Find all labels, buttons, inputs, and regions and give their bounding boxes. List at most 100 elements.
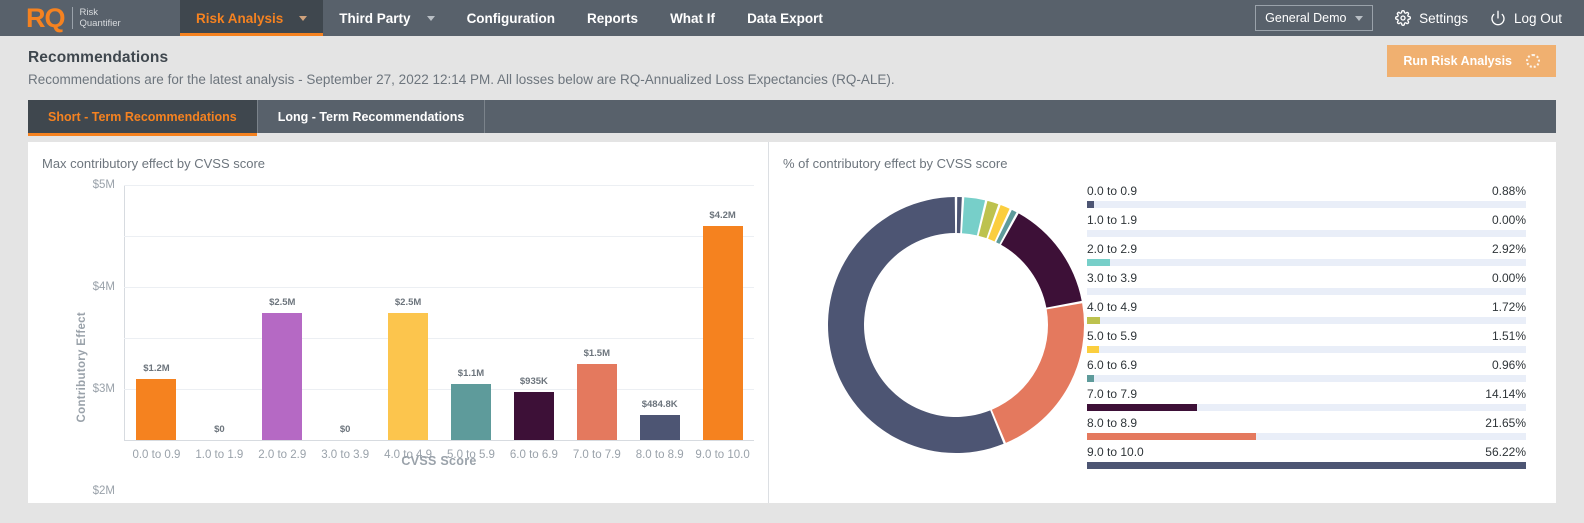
cvss-percentage-row-head: 3.0 to 3.9 0.00%: [1087, 271, 1526, 288]
cvss-percentage-value: 0.96%: [1491, 358, 1526, 372]
cvss-percentage-row[interactable]: 9.0 to 10.0 56.22%: [1087, 445, 1526, 469]
bar-column[interactable]: $935K 6.0 to 6.9: [502, 185, 565, 461]
donut-segment[interactable]: [1001, 213, 1082, 308]
cvss-percentage-row[interactable]: 3.0 to 3.9 0.00%: [1087, 271, 1526, 295]
cvss-percentage-value: 2.92%: [1491, 242, 1526, 256]
brand-mark: RQ: [26, 2, 65, 33]
donut-segment[interactable]: [991, 303, 1084, 443]
cvss-percentage-row-head: 2.0 to 2.9 2.92%: [1087, 242, 1526, 259]
donut-segment[interactable]: [956, 197, 962, 234]
cvss-range-label: 2.0 to 2.9: [1087, 242, 1138, 256]
cvss-percentage-row[interactable]: 8.0 to 8.9 21.65%: [1087, 416, 1526, 440]
page-header: Recommendations Recommendations are for …: [0, 36, 1584, 94]
bar-column[interactable]: $1.1M 5.0 to 5.9: [440, 185, 503, 461]
run-risk-analysis-button[interactable]: Run Risk Analysis: [1387, 45, 1556, 77]
cvss-percentage-row[interactable]: 2.0 to 2.9 2.92%: [1087, 242, 1526, 266]
bar-column[interactable]: $1.2M 0.0 to 0.9: [125, 185, 188, 461]
max-contributory-effect-panel: Max contributory effect by CVSS score Co…: [28, 142, 768, 503]
bar[interactable]: [513, 392, 554, 440]
cvss-range-label: 6.0 to 6.9: [1087, 358, 1138, 372]
chevron-down-icon: [299, 15, 308, 21]
cvss-percentage-value: 1.51%: [1491, 329, 1526, 343]
nav-item-configuration-label: Configuration: [466, 10, 556, 26]
nav-item-third-party[interactable]: Third Party: [323, 0, 450, 36]
bar-column[interactable]: $484.8K 8.0 to 8.9: [628, 185, 691, 461]
chevron-down-icon: [426, 15, 435, 21]
bar[interactable]: [576, 363, 617, 440]
bar-column[interactable]: $0 1.0 to 1.9: [188, 185, 251, 461]
percentage-bar-track: [1087, 433, 1526, 440]
nav-item-data-export-label: Data Export: [747, 10, 823, 26]
bar-value-label: $1.2M: [143, 362, 170, 374]
bar-value-label: $4.2M: [709, 209, 736, 221]
nav-item-reports-label: Reports: [587, 10, 639, 26]
power-icon: [1490, 10, 1506, 26]
brand-logo[interactable]: RQ Risk Quantifier: [0, 0, 180, 36]
nav-item-reports[interactable]: Reports: [571, 0, 654, 36]
bar-value-label: $935K: [519, 376, 548, 388]
bar-column[interactable]: $4.2M 9.0 to 10.0: [691, 185, 754, 461]
cvss-range-label: 1.0 to 1.9: [1087, 213, 1138, 227]
percentage-bar-fill: [1087, 433, 1257, 440]
bar[interactable]: [136, 378, 177, 440]
logout-button[interactable]: Log Out: [1490, 10, 1562, 26]
nav-item-what-if-label: What If: [670, 10, 716, 26]
percentage-bar-fill: [1087, 375, 1095, 382]
nav-item-what-if[interactable]: What If: [654, 0, 731, 36]
cvss-percentage-row-head: 1.0 to 1.9 0.00%: [1087, 213, 1526, 230]
nav-item-risk-analysis[interactable]: Risk Analysis: [180, 0, 324, 36]
cvss-percentage-row[interactable]: 1.0 to 1.9 0.00%: [1087, 213, 1526, 237]
percentage-bar-track: [1087, 288, 1526, 295]
nav-item-data-export[interactable]: Data Export: [731, 0, 839, 36]
cvss-percentage-row[interactable]: 4.0 to 4.9 1.72%: [1087, 300, 1526, 324]
bar[interactable]: [639, 415, 680, 440]
cvss-percentage-row-head: 7.0 to 7.9 14.14%: [1087, 387, 1526, 404]
settings-button[interactable]: Settings: [1395, 10, 1468, 26]
bar-chart-bars: $1.2M 0.0 to 0.9 $0 1.0 to 1.9 $2.5M 2.0 to 2…: [125, 185, 754, 462]
percentage-bar-track: [1087, 317, 1526, 324]
y-axis-tick-label: $4M: [92, 281, 115, 293]
right-panel-title: % of contributory effect by CVSS score: [783, 156, 1008, 171]
donut-chart-svg: [828, 197, 1084, 453]
cvss-range-label: 3.0 to 3.9: [1087, 271, 1138, 285]
donut-segment[interactable]: [828, 197, 1004, 453]
cvss-percentage-value: 0.00%: [1491, 271, 1526, 285]
bar[interactable]: [388, 312, 429, 440]
bar-value-label: $484.8K: [641, 399, 678, 411]
percentage-bar-fill: [1087, 259, 1110, 266]
bar[interactable]: [702, 225, 743, 440]
bar-value-label: $0: [214, 424, 225, 435]
cvss-percentage-value: 56.22%: [1485, 445, 1526, 459]
top-navigation-bar: RQ Risk Quantifier Risk Analysis Third P…: [0, 0, 1584, 36]
cvss-percentage-row-head: 4.0 to 4.9 1.72%: [1087, 300, 1526, 317]
bar-column[interactable]: $2.5M 2.0 to 2.9: [251, 185, 314, 462]
charts-container: Max contributory effect by CVSS score Co…: [28, 142, 1556, 503]
bar[interactable]: [450, 383, 491, 440]
donut-chart: [821, 190, 1091, 460]
gear-icon: [1395, 10, 1412, 26]
percent-contributory-effect-panel: % of contributory effect by CVSS score 0…: [768, 142, 1556, 503]
gridline: $0: [124, 440, 754, 441]
nav-item-configuration[interactable]: Configuration: [451, 0, 571, 36]
cvss-range-label: 5.0 to 5.9: [1087, 329, 1138, 343]
cvss-percentage-row[interactable]: 0.0 to 0.9 0.88%: [1087, 184, 1526, 208]
tab-short-term-recommendations[interactable]: Short - Term Recommendations: [28, 100, 258, 136]
cvss-percentage-row[interactable]: 5.0 to 5.9 1.51%: [1087, 329, 1526, 353]
cvss-percentage-row[interactable]: 7.0 to 7.9 14.14%: [1087, 387, 1526, 411]
cvss-range-label: 4.0 to 4.9: [1087, 300, 1138, 314]
bar[interactable]: [262, 312, 303, 440]
bar-column[interactable]: $2.5M 4.0 to 4.9: [377, 185, 440, 462]
recommendation-tabs: Short - Term Recommendations Long - Term…: [28, 100, 1556, 136]
chevron-down-icon: [1355, 15, 1364, 21]
percentage-bar-track: [1087, 230, 1526, 237]
cvss-percentage-row-head: 6.0 to 6.9 0.96%: [1087, 358, 1526, 375]
y-axis-tick-label: $2M: [92, 485, 115, 497]
cvss-percentage-row[interactable]: 6.0 to 6.9 0.96%: [1087, 358, 1526, 382]
tab-long-term-recommendations[interactable]: Long - Term Recommendations: [258, 100, 486, 133]
cvss-percentage-list: 0.0 to 0.9 0.88% 1.0 to 1.9 0.00% 2.0 to 2.9…: [1087, 184, 1526, 474]
bar-column[interactable]: $1.5M 7.0 to 7.9: [565, 185, 628, 462]
cvss-percentage-row-head: 8.0 to 8.9 21.65%: [1087, 416, 1526, 433]
bar-column[interactable]: $0 3.0 to 3.9: [314, 185, 377, 461]
tenant-selector[interactable]: General Demo: [1255, 5, 1374, 31]
percentage-bar-track: [1087, 259, 1526, 266]
